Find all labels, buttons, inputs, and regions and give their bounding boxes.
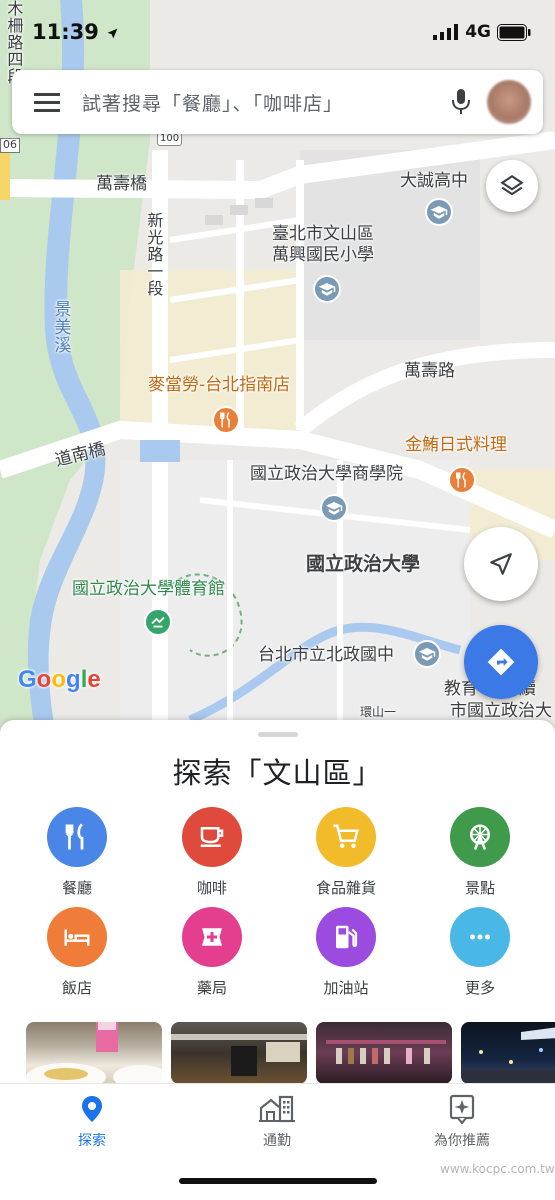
place-photo[interactable] (171, 1022, 307, 1084)
category-hotel[interactable]: 飯店 (27, 907, 127, 998)
category-label: 景點 (464, 879, 495, 897)
for-you-icon (392, 1094, 532, 1124)
bottom-navigation: 探索 通勤 為你推薦 www.kocpc.com.tw (0, 1083, 555, 1200)
restaurant-pin-icon[interactable] (448, 466, 476, 494)
more-icon (450, 907, 510, 967)
map-label-school: 台北市立北政國中 (258, 645, 394, 665)
status-bar: 11:39 4G (0, 14, 555, 50)
school-pin-icon[interactable] (320, 494, 348, 522)
layers-icon (500, 174, 524, 196)
category-label: 更多 (464, 979, 495, 997)
restaurant-icon (47, 807, 107, 867)
map-label-gym: 國立政治大學體育館 (72, 579, 225, 599)
map-label-road: 環山一 (360, 705, 397, 719)
search-bar[interactable]: 試著搜尋「餐廳」、「咖啡店」 (12, 70, 543, 134)
battery-icon (497, 23, 531, 41)
restaurant-pin-icon[interactable] (212, 406, 240, 434)
gym-pin-icon[interactable] (144, 608, 172, 636)
avatar[interactable] (487, 80, 531, 124)
school-pin-icon[interactable] (425, 198, 453, 226)
map-label-poi: 市國立政治大 (450, 701, 552, 721)
search-input[interactable]: 試著搜尋「餐廳」、「咖啡店」 (82, 89, 435, 116)
map-label-school: 國立政治大學商學院 (250, 464, 403, 484)
menu-icon[interactable] (12, 70, 82, 134)
my-location-button[interactable] (464, 527, 538, 601)
category-label: 藥局 (196, 979, 227, 997)
place-photo[interactable] (461, 1022, 555, 1084)
map-view[interactable]: 木柵路四段 06 100 萬壽橋 新光路一段 景美溪 大誠高中 臺北市文山區 萬… (0, 0, 555, 730)
watermark: www.kocpc.com.tw (440, 1162, 555, 1176)
map-road-shield-100: 100 (157, 132, 183, 146)
place-photo[interactable] (26, 1022, 162, 1084)
commute-icon (207, 1094, 347, 1124)
directions-icon (487, 648, 515, 676)
nav-commute[interactable]: 通勤 (207, 1094, 347, 1150)
map-label-road: 萬壽路 (404, 361, 455, 381)
map-label-district: 臺北市文山區 (272, 224, 374, 244)
sheet-drag-handle[interactable] (258, 732, 298, 737)
category-label: 飯店 (61, 979, 92, 997)
home-indicator[interactable] (179, 1178, 377, 1184)
location-pin-icon (22, 1094, 162, 1124)
location-arrow-icon (107, 28, 118, 38)
sheet-title: 探索「文山區」 (172, 756, 383, 790)
cart-icon (316, 807, 376, 867)
hotel-icon (47, 907, 107, 967)
nav-label: 通勤 (263, 1133, 291, 1149)
map-label-restaurant: 麥當勞-台北指南店 (148, 375, 291, 395)
category-more[interactable]: 更多 (430, 907, 530, 998)
signal-icon (433, 24, 459, 40)
place-photo[interactable] (316, 1022, 452, 1084)
school-pin-icon[interactable] (413, 640, 441, 668)
map-label-school: 大誠高中 (400, 171, 468, 191)
map-label-restaurant: 金鮪日式料理 (405, 435, 507, 455)
photo-carousel[interactable] (26, 1022, 555, 1084)
category-label: 加油站 (323, 979, 369, 997)
category-label: 咖啡 (196, 879, 227, 897)
layers-button[interactable] (486, 160, 538, 212)
map-label-bridge: 萬壽橋 (96, 174, 147, 194)
status-time: 11:39 (32, 20, 119, 44)
nav-for-you[interactable]: 為你推薦 (392, 1094, 532, 1150)
category-gas-station[interactable]: 加油站 (296, 907, 396, 998)
microphone-icon[interactable] (435, 70, 487, 134)
attraction-icon (450, 807, 510, 867)
map-label-university: 國立政治大學 (306, 553, 421, 575)
category-label: 餐廳 (61, 879, 92, 897)
nav-explore[interactable]: 探索 (22, 1094, 162, 1150)
category-pharmacy[interactable]: 藥局 (162, 907, 262, 998)
category-grocery[interactable]: 食品雜貨 (296, 807, 396, 898)
category-label: 食品雜貨 (315, 879, 376, 897)
school-pin-icon[interactable] (313, 275, 341, 303)
map-label-school: 萬興國民小學 (272, 245, 374, 265)
google-logo: Google (18, 666, 101, 693)
category-restaurant[interactable]: 餐廳 (27, 807, 127, 898)
category-attractions[interactable]: 景點 (430, 807, 530, 898)
nav-label: 探索 (78, 1133, 106, 1149)
coffee-icon (182, 807, 242, 867)
nav-label: 為你推薦 (434, 1133, 490, 1149)
directions-button[interactable] (464, 625, 538, 699)
map-label-road: 新光路一段 (144, 212, 164, 297)
map-label-stream: 景美溪 (50, 300, 71, 354)
pharmacy-icon (182, 907, 242, 967)
map-road-shield: 06 (0, 138, 20, 153)
network-type: 4G (465, 22, 491, 42)
category-coffee[interactable]: 咖啡 (162, 807, 262, 898)
gas-icon (316, 907, 376, 967)
navigation-arrow-icon (490, 553, 512, 575)
